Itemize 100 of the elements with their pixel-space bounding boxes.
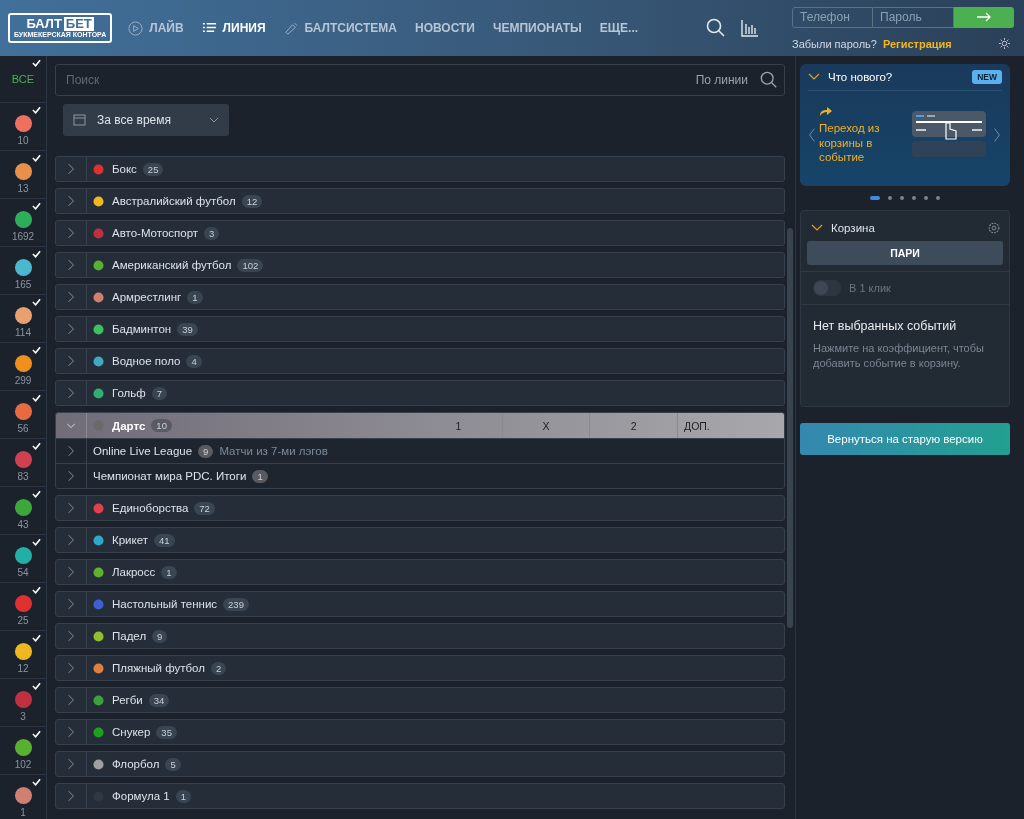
search-field[interactable]: Поиск По линии <box>55 64 785 96</box>
search-input[interactable]: Поиск <box>64 72 696 88</box>
chevron-icon <box>67 566 75 578</box>
sport-filter[interactable]: 3 <box>0 679 46 727</box>
toggle-switch[interactable] <box>813 280 841 296</box>
sport-name: Снукер <box>112 726 151 738</box>
event-count: 1 <box>187 290 203 304</box>
sport-filter[interactable]: 1692 <box>0 199 46 247</box>
sport-row[interactable]: Дартс 10 1 X 2 ДОП. <box>56 413 784 438</box>
league-row[interactable]: Чемпионат мира PDC. Итоги 1 <box>56 463 784 488</box>
bet-type-tab[interactable]: ПАРИ <box>807 241 1003 265</box>
sport-row[interactable]: Австралийский футбол 12 <box>56 189 784 213</box>
cart-title: Корзина <box>831 222 876 234</box>
sport-row[interactable]: Крикет 41 <box>56 528 784 552</box>
chevron-icon <box>67 470 75 482</box>
sport-row[interactable]: Формула 1 1 <box>56 784 784 808</box>
chevron-icon[interactable] <box>808 73 820 81</box>
sport-row[interactable]: Бадминтон 39 <box>56 317 784 341</box>
event-count: 102 <box>237 258 264 272</box>
event-count: 10 <box>151 419 172 432</box>
carousel-dot[interactable] <box>912 196 916 200</box>
sport-filter[interactable]: 165 <box>0 247 46 295</box>
nav-link[interactable]: ЛИНИЯ <box>201 20 266 36</box>
chevron-icon <box>67 259 75 271</box>
arrow-icon <box>976 12 992 22</box>
search-icon[interactable] <box>706 18 726 38</box>
sport-name: Армрестлинг <box>112 291 182 303</box>
chevron-icon <box>67 662 75 674</box>
phone-field[interactable]: Телефон <box>792 6 873 28</box>
sport-filter[interactable]: 83 <box>0 439 46 487</box>
sport-filter[interactable]: 10 <box>0 103 46 151</box>
search-icon[interactable] <box>760 71 778 89</box>
search-scope: По линии <box>695 73 748 87</box>
carousel-dot[interactable] <box>888 196 892 200</box>
chevron-icon <box>67 323 75 335</box>
event-count: 3 <box>204 226 220 240</box>
sport-filter[interactable]: 102 <box>0 727 46 775</box>
sport-row[interactable]: Водное поло 4 <box>56 349 784 373</box>
period-dropdown[interactable]: За все время <box>63 104 229 136</box>
event-count: 1 <box>252 469 268 483</box>
nav-link[interactable]: НОВОСТИ <box>414 20 475 36</box>
sport-filter[interactable]: 12 <box>0 631 46 679</box>
sport-filter[interactable]: ВСЕ <box>0 56 46 103</box>
chevron-icon <box>67 630 75 642</box>
sport-row[interactable]: Падел 9 <box>56 624 784 648</box>
forgot-password-link[interactable]: Забыли пароль? <box>792 37 877 50</box>
sport-name: Настольный теннис <box>112 598 218 610</box>
sport-filter[interactable]: 13 <box>0 151 46 199</box>
chevron-icon <box>67 790 75 802</box>
password-field[interactable]: Пароль <box>873 6 954 28</box>
sport-row[interactable]: Авто-Мотоспорт 3 <box>56 221 784 245</box>
event-count: 25 <box>142 162 164 176</box>
league-row[interactable]: Online Live League 9 Матчи из 7-ми лэгов <box>56 438 784 463</box>
sport-filter[interactable]: 43 <box>0 487 46 535</box>
chevron-icon <box>67 387 75 399</box>
event-count: 9 <box>198 444 214 458</box>
event-count: 41 <box>153 533 175 547</box>
login-button[interactable] <box>954 6 1014 28</box>
chevron-icon <box>67 227 75 239</box>
sport-row[interactable]: Армрестлинг 1 <box>56 285 784 309</box>
sport-filter[interactable]: 25 <box>0 583 46 631</box>
caret-icon <box>209 117 219 123</box>
sport-name: Регби <box>112 694 143 706</box>
chevron-icon[interactable] <box>811 224 823 232</box>
event-count: 72 <box>194 501 215 515</box>
settings-icon[interactable] <box>987 221 1001 235</box>
sport-row[interactable]: Снукер 35 <box>56 720 784 744</box>
event-count: 12 <box>241 194 263 208</box>
sport-row[interactable]: Единоборства 72 <box>56 496 784 520</box>
chevron-icon <box>67 502 75 514</box>
new-badge: NEW <box>972 70 1002 84</box>
register-link[interactable]: Регистрация <box>882 37 952 50</box>
sport-row[interactable]: Пляжный футбол 2 <box>56 656 784 680</box>
nav-link[interactable]: ЧЕМПИОНАТЫ <box>493 20 582 36</box>
old-version-button[interactable]: Вернуться на старую версию <box>800 423 1010 455</box>
sport-filter[interactable]: 54 <box>0 535 46 583</box>
sport-row[interactable]: Лакросс 1 <box>56 560 784 584</box>
empty-hint: Нажмите на коэффициент, чтобы добавить событие в корзину. <box>813 341 985 372</box>
nav-link[interactable]: ЕЩЕ... <box>599 20 639 36</box>
sport-filter[interactable]: 299 <box>0 343 46 391</box>
nav-link[interactable]: ЛАЙВ <box>128 20 184 36</box>
sport-row[interactable]: Американский футбол 102 <box>56 253 784 277</box>
carousel-dot[interactable] <box>900 196 904 200</box>
sport-row[interactable]: Бокс 25 <box>56 157 784 181</box>
sport-name: Формула 1 <box>112 790 170 802</box>
theme-icon[interactable] <box>999 38 1010 49</box>
sport-filter[interactable]: 114 <box>0 295 46 343</box>
statistics-icon[interactable] <box>740 18 760 38</box>
sport-filter[interactable]: 1 <box>0 775 46 819</box>
sport-row[interactable]: Гольф 7 <box>56 381 784 405</box>
calendar-icon <box>73 113 87 127</box>
card-title: Что нового? <box>828 71 894 83</box>
sport-row[interactable]: Регби 34 <box>56 688 784 712</box>
sport-name: Авто-Мотоспорт <box>112 227 199 239</box>
carousel-dot[interactable] <box>924 196 928 200</box>
nav-link[interactable]: БАЛТСИСТЕМА <box>283 20 397 36</box>
sport-row[interactable]: Настольный теннис 239 <box>56 592 784 616</box>
sport-filter[interactable]: 56 <box>0 391 46 439</box>
sport-row[interactable]: Флорбол 5 <box>56 752 784 776</box>
carousel-dot[interactable] <box>936 196 940 200</box>
